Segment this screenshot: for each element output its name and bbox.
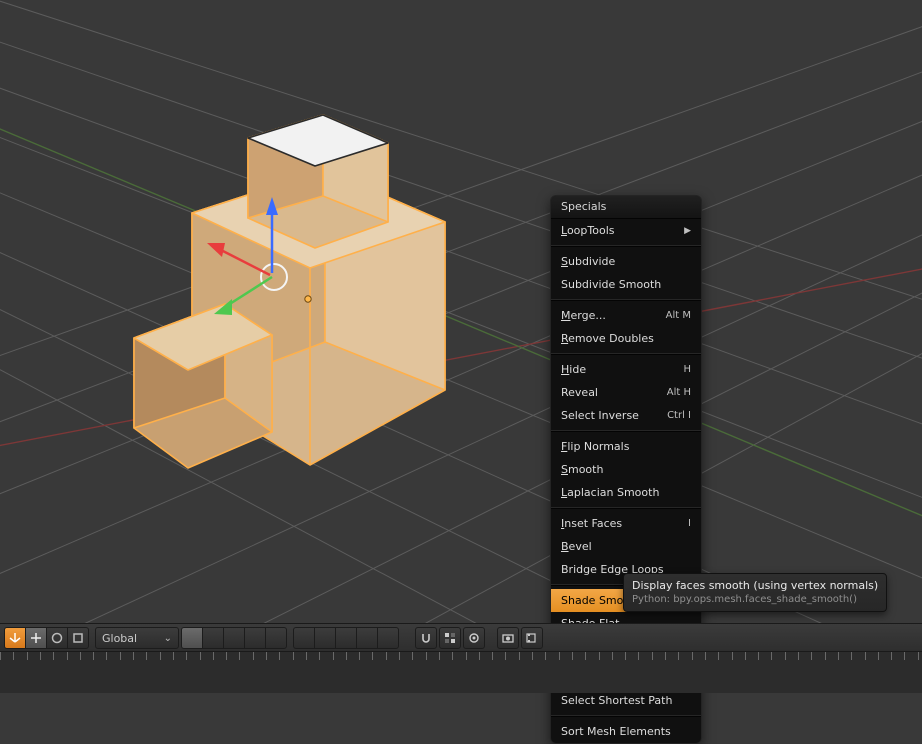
transform-orientation-dropdown[interactable]: Global xyxy=(95,627,179,649)
menu-item-shortcut: Alt H xyxy=(667,387,691,398)
menu-item-shortcut: H xyxy=(683,364,691,375)
submenu-chevron-icon: ▶ xyxy=(684,226,691,236)
menu-item-subdivide-smooth[interactable]: Subdivide Smooth xyxy=(551,273,701,296)
timeline[interactable] xyxy=(0,651,922,693)
layer-button-7[interactable] xyxy=(314,627,335,649)
menu-item-inset-faces[interactable]: Inset Faces I xyxy=(551,512,701,535)
menu-item-label: Merge... xyxy=(561,309,606,322)
menu-item-label: Select Shortest Path xyxy=(561,694,672,707)
menu-item-reveal[interactable]: Reveal Alt H xyxy=(551,381,701,404)
menu-item-label: Hide xyxy=(561,363,586,376)
menu-item-subdivide[interactable]: Subdivide xyxy=(551,250,701,273)
menu-item-label: LoopTools xyxy=(561,224,614,237)
layer-group-a xyxy=(181,627,287,649)
menu-title: Specials xyxy=(551,196,701,219)
viewport-canvas xyxy=(0,0,922,650)
menu-item-select-inverse[interactable]: Select Inverse Ctrl I xyxy=(551,404,701,427)
menu-item-label: Bevel xyxy=(561,540,592,553)
manipulator-rotate-button[interactable] xyxy=(46,627,67,649)
menu-item-merge[interactable]: Merge... Alt M xyxy=(551,304,701,327)
layer-button-10[interactable] xyxy=(377,627,399,649)
layer-button-5[interactable] xyxy=(265,627,287,649)
layer-button-9[interactable] xyxy=(356,627,377,649)
layer-button-8[interactable] xyxy=(335,627,356,649)
menu-item-label: Select Inverse xyxy=(561,409,639,422)
menu-separator xyxy=(551,715,701,717)
menu-separator xyxy=(551,353,701,355)
menu-item-laplacian-smooth[interactable]: Laplacian Smooth xyxy=(551,481,701,504)
menu-item-label: Subdivide xyxy=(561,255,615,268)
menu-item-smooth[interactable]: Smooth xyxy=(551,458,701,481)
menu-separator xyxy=(551,245,701,247)
menu-separator xyxy=(551,507,701,509)
menu-item-shortcut: I xyxy=(688,518,691,529)
layer-button-3[interactable] xyxy=(223,627,244,649)
tooltip-text: Display faces smooth (using vertex norma… xyxy=(632,579,878,592)
menu-item-label: Smooth xyxy=(561,463,603,476)
menu-item-shortcut: Alt M xyxy=(666,310,691,321)
menu-item-hide[interactable]: Hide H xyxy=(551,358,701,381)
menu-item-label: Remove Doubles xyxy=(561,332,654,345)
menu-item-label: Reveal xyxy=(561,386,598,399)
menu-item-label: Sort Mesh Elements xyxy=(561,725,671,738)
layer-button-2[interactable] xyxy=(202,627,223,649)
menu-item-label: Subdivide Smooth xyxy=(561,278,661,291)
menu-separator xyxy=(551,430,701,432)
manipulator-scale-button[interactable] xyxy=(67,627,89,649)
manipulator-toggle-group xyxy=(4,627,89,649)
tooltip: Display faces smooth (using vertex norma… xyxy=(623,573,887,612)
menu-item-bevel[interactable]: Bevel xyxy=(551,535,701,558)
viewport-header: Global xyxy=(0,623,922,652)
render-opengl-button[interactable] xyxy=(497,627,519,649)
layer-button-6[interactable] xyxy=(293,627,314,649)
menu-item-sort-mesh-elements[interactable]: Sort Mesh Elements xyxy=(551,720,701,743)
menu-item-flip-normals[interactable]: Flip Normals xyxy=(551,435,701,458)
viewport-3d[interactable] xyxy=(0,0,922,650)
menu-item-looptools[interactable]: LoopTools ▶ xyxy=(551,219,701,242)
menu-item-label: Inset Faces xyxy=(561,517,622,530)
menu-item-label: Laplacian Smooth xyxy=(561,486,659,499)
menu-item-remove-doubles[interactable]: Remove Doubles xyxy=(551,327,701,350)
layer-group-b xyxy=(293,627,399,649)
menu-item-label: Flip Normals xyxy=(561,440,629,453)
layer-button-1[interactable] xyxy=(181,627,202,649)
snap-type-button[interactable] xyxy=(439,627,461,649)
menu-item-shortcut: Ctrl I xyxy=(667,410,691,421)
snap-toggle-button[interactable] xyxy=(415,627,437,649)
menu-separator xyxy=(551,299,701,301)
snap-target-button[interactable] xyxy=(463,627,485,649)
tooltip-python: Python: bpy.ops.mesh.faces_shade_smooth(… xyxy=(632,594,878,605)
render-opengl-anim-button[interactable] xyxy=(521,627,543,649)
manipulator-toggle-button[interactable] xyxy=(4,627,25,649)
manipulator-translate-button[interactable] xyxy=(25,627,46,649)
layer-button-4[interactable] xyxy=(244,627,265,649)
